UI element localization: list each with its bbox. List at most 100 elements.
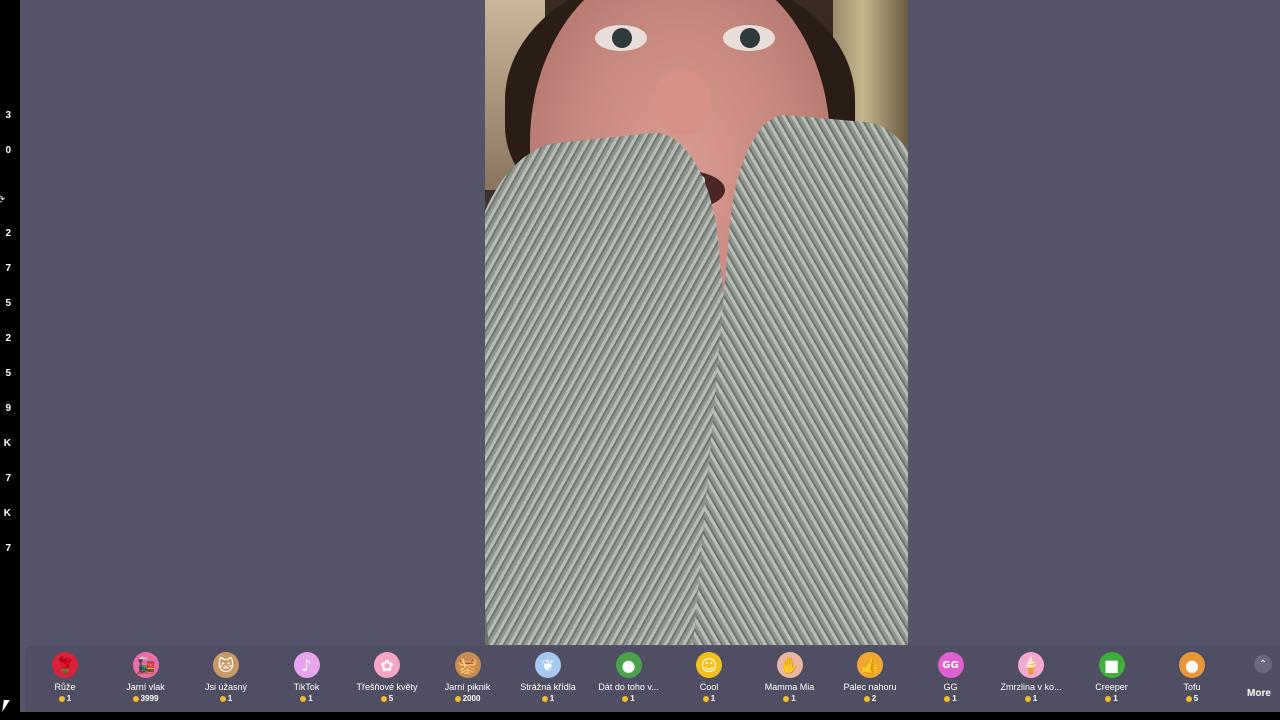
gift-price: 1: [750, 694, 830, 703]
coin-icon: [454, 695, 461, 702]
hand-gesture-icon: ✋: [776, 652, 803, 678]
gift-name: Dát do toho v...: [598, 682, 659, 692]
rail-stat: 5: [5, 298, 11, 309]
coin-icon: [944, 695, 951, 702]
more-label: More: [1247, 688, 1271, 699]
gift-price-value: 1: [308, 694, 313, 703]
live-video-feed[interactable]: [485, 0, 908, 645]
gift-name: Třešňové květy: [356, 682, 418, 692]
gift-name: Strážná křídla: [520, 682, 576, 692]
gift-name: TikTok: [293, 682, 320, 692]
gift-price: 1: [508, 694, 588, 703]
gift-item[interactable]: ■ Creeper 1: [1072, 646, 1152, 712]
refresh-icon[interactable]: ⟳: [0, 193, 5, 206]
coin-icon: [58, 695, 65, 702]
medal-icon: ●: [615, 652, 642, 678]
mouse-cursor-icon: [2, 700, 10, 712]
coin-icon: [863, 695, 870, 702]
coin-icon: [1185, 695, 1192, 702]
coin-icon: [1105, 695, 1112, 702]
gift-price-value: 5: [1193, 694, 1199, 703]
gift-item[interactable]: 👍 Palec nahoru 2: [830, 646, 910, 712]
tiktok-icon: ♪: [293, 652, 320, 678]
gift-item[interactable]: ✿ Třešňové květy 5: [347, 646, 427, 712]
coin-icon: [783, 695, 790, 702]
gift-item[interactable]: GG GG 1: [911, 646, 991, 712]
gift-price: 5: [1152, 694, 1232, 703]
coin-icon: [702, 695, 709, 702]
gift-item[interactable]: 🍦 Zmrzlina v ko... 1: [991, 646, 1071, 712]
gift-item[interactable]: ❦ Strážná křídla 1: [508, 646, 588, 712]
gift-name: Jarní vlak: [126, 682, 165, 692]
coin-icon: [380, 695, 387, 702]
sunglasses-face-icon: ☺: [696, 652, 722, 678]
gift-item[interactable]: 🧺 Jarní piknik 2000: [428, 646, 508, 712]
gift-price-value: 3999: [140, 694, 159, 703]
gift-price: 2000: [428, 694, 508, 703]
video-streamer-nose: [655, 70, 710, 135]
ice-cream-icon: 🍦: [1018, 652, 1044, 678]
gift-price-value: 5: [388, 694, 394, 703]
live-stream-stage: [20, 0, 1280, 712]
rail-stat: 2: [5, 228, 11, 239]
gift-price: 1: [669, 694, 749, 703]
gift-name: Zmrzlina v ko...: [1000, 682, 1062, 692]
gift-price: 1: [267, 694, 347, 703]
gg-icon: GG: [937, 652, 964, 678]
gift-price-value: 1: [710, 694, 716, 703]
coin-icon: [132, 695, 139, 702]
rail-stat: 0: [5, 145, 11, 156]
coin-icon: [622, 695, 629, 702]
gift-name: GG: [943, 682, 958, 692]
gift-item[interactable]: ♪ TikTok 1: [267, 646, 347, 712]
coin-icon: [219, 695, 226, 702]
rail-stat: 5: [5, 368, 11, 379]
cherry-blossom-icon: ✿: [374, 652, 400, 678]
coin-icon: [541, 695, 548, 702]
video-streamer-eye: [723, 25, 775, 51]
bottom-strip: [20, 712, 1280, 720]
gift-price: 1: [25, 694, 105, 703]
gift-price-value: 2000: [462, 694, 481, 703]
gift-price: 2: [830, 694, 910, 703]
gift-item[interactable]: ● Tofu 5: [1152, 646, 1232, 712]
more-gifts-button[interactable]: ⌃ More: [1247, 646, 1280, 712]
gift-price: 5: [347, 694, 427, 703]
cat-icon: 🐱: [213, 652, 239, 678]
gift-price-value: 1: [549, 694, 555, 703]
gift-name: Růže: [54, 682, 76, 692]
gift-name: Tofu: [1183, 682, 1201, 692]
rose-icon: 🌹: [52, 652, 78, 678]
rail-stat: 7: [5, 543, 11, 554]
gift-item[interactable]: 🚂 Jarní vlak 3999: [106, 646, 186, 712]
gift-name: Creeper: [1095, 682, 1128, 692]
gift-price-value: 1: [1113, 694, 1118, 703]
gift-item[interactable]: 🌹 Růže 1: [25, 646, 105, 712]
rail-stat: 7: [5, 473, 11, 484]
coin-icon: [1024, 695, 1031, 702]
gift-price-value: 1: [791, 694, 796, 703]
wings-icon: ❦: [535, 652, 561, 678]
gift-item[interactable]: 🐱 Jsi úžasný 1: [186, 646, 266, 712]
spring-train-icon: 🚂: [132, 652, 159, 678]
rail-stat: 7: [5, 263, 11, 274]
gift-price: 3999: [106, 694, 186, 703]
creeper-icon: ■: [1098, 652, 1125, 678]
gift-price: 1: [589, 694, 669, 703]
rail-stat: 2: [5, 333, 11, 344]
left-sidebar-rail: 3 0 ⟳ 2 7 5 2 5 9 K 7 K 7: [0, 0, 20, 720]
gift-name: Jarní piknik: [444, 682, 491, 692]
coin-icon: [300, 695, 307, 702]
gift-item[interactable]: ✋ Mamma Mia 1: [750, 646, 830, 712]
gift-price: 1: [991, 694, 1071, 703]
rail-stat: K: [3, 438, 11, 449]
gift-bar: 🌹 Růže 1 🚂 Jarní vlak 3999 🐱 Jsi úžasný 1 ♪ TikTok…: [25, 646, 1280, 712]
gift-item[interactable]: ☺ Cool 1: [669, 646, 749, 712]
rail-stat: 3: [5, 110, 11, 121]
chevron-up-icon[interactable]: ⌃: [1254, 655, 1272, 673]
rail-stat: K: [3, 508, 11, 519]
gift-name: Jsi úžasný: [204, 682, 248, 692]
gift-item[interactable]: ● Dát do toho v... 1: [589, 646, 669, 712]
video-streamer-eye: [595, 25, 647, 51]
gift-price-value: 1: [630, 694, 635, 703]
